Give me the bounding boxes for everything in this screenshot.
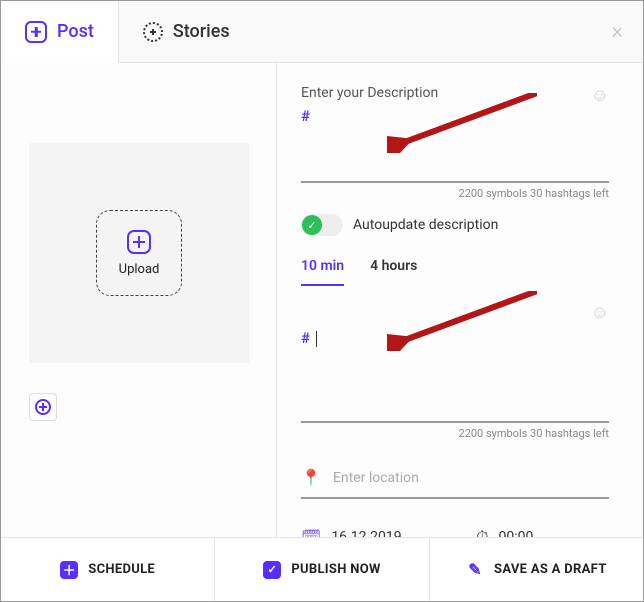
emoji-picker-icon[interactable]: ☺: [591, 85, 609, 106]
hash-prefix-2: #: [301, 329, 310, 347]
form-panel: Enter your Description ☺ # 2200 symbols …: [277, 63, 643, 538]
location-pin-icon: 📍: [301, 468, 321, 487]
subtab-10min[interactable]: 10 min: [301, 258, 344, 286]
schedule-label: SCHEDULE: [88, 562, 155, 577]
upload-plus-icon: [127, 230, 151, 254]
close-icon[interactable]: ×: [611, 19, 623, 44]
description-counter: 2200 symbols 30 hashtags left: [301, 187, 609, 200]
stories-icon: [143, 22, 163, 42]
tab-bar: Post Stories ×: [1, 1, 643, 63]
plus-square-icon: ＋: [60, 561, 78, 579]
upload-target[interactable]: Upload: [96, 210, 182, 296]
publish-now-button[interactable]: ✓ PUBLISH NOW: [215, 538, 429, 601]
plus-box-icon: [25, 21, 47, 43]
tab-post-label: Post: [57, 21, 94, 42]
hash-prefix: #: [301, 107, 310, 125]
emoji-picker-icon-2[interactable]: ☺: [591, 302, 609, 323]
subtab-4hours[interactable]: 4 hours: [370, 258, 417, 286]
publish-now-label: PUBLISH NOW: [291, 562, 380, 577]
autoupdate-description-input[interactable]: #: [301, 329, 609, 423]
autoupdate-toggle[interactable]: [301, 214, 343, 236]
save-draft-label: SAVE AS A DRAFT: [494, 562, 607, 577]
description-input[interactable]: #: [301, 107, 609, 183]
edit-square-icon: ✎: [466, 561, 484, 579]
upload-dropzone[interactable]: Upload: [29, 143, 249, 363]
location-placeholder: Enter location: [333, 470, 419, 486]
autoupdate-label: Autoupdate description: [353, 217, 498, 233]
description-label: Enter your Description: [301, 85, 438, 101]
tab-stories[interactable]: Stories: [119, 1, 254, 63]
add-more-plus-icon: [35, 399, 51, 415]
upload-label: Upload: [119, 262, 160, 277]
upload-panel: Upload: [1, 63, 277, 538]
schedule-button[interactable]: ＋ SCHEDULE: [1, 538, 215, 601]
tab-post[interactable]: Post: [1, 1, 119, 63]
autoupdate-counter: 2200 symbols 30 hashtags left: [301, 427, 609, 440]
check-square-icon: ✓: [263, 561, 281, 579]
check-icon: [302, 215, 322, 235]
location-input[interactable]: 📍 Enter location: [301, 468, 609, 499]
save-draft-button[interactable]: ✎ SAVE AS A DRAFT: [430, 538, 643, 601]
tab-stories-label: Stories: [173, 21, 230, 42]
add-more-button[interactable]: [29, 393, 57, 421]
